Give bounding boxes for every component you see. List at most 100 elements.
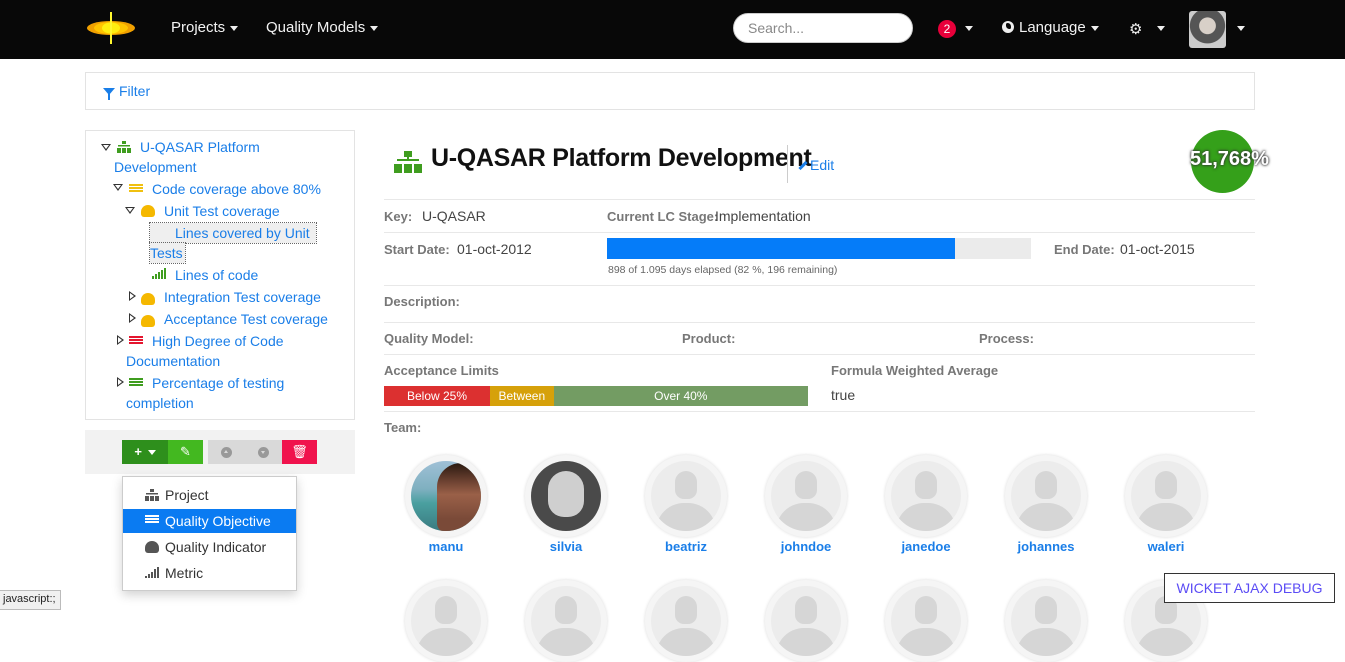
collapse-toggle-icon[interactable] bbox=[125, 207, 135, 214]
acceptance-limits-bar: Below 25% Between Over 40% bbox=[384, 386, 808, 406]
plus-icon: + bbox=[134, 444, 142, 459]
user-avatar[interactable] bbox=[1189, 11, 1226, 48]
person-head-shape bbox=[795, 471, 817, 499]
tree-node-indicator[interactable]: Integration Test coverage bbox=[164, 287, 321, 307]
settings-caret-icon[interactable] bbox=[1157, 26, 1165, 31]
member-avatar[interactable] bbox=[525, 580, 607, 662]
wicket-ajax-debug-button[interactable]: WICKET AJAX DEBUG bbox=[1164, 573, 1335, 603]
nav-quality-models[interactable]: Quality Models bbox=[266, 19, 379, 36]
person-head-shape bbox=[915, 596, 937, 624]
divider bbox=[384, 354, 1255, 355]
person-head-shape bbox=[675, 596, 697, 624]
avatar-placeholder-icon bbox=[891, 461, 961, 531]
member-avatar[interactable] bbox=[765, 455, 847, 537]
filter-toggle[interactable]: Filter bbox=[103, 83, 150, 100]
member-avatar[interactable] bbox=[885, 455, 967, 537]
trash-icon: 🗑 bbox=[291, 444, 308, 459]
expand-toggle-icon[interactable] bbox=[117, 377, 124, 387]
divider bbox=[384, 285, 1255, 286]
move-up-button[interactable] bbox=[208, 440, 245, 464]
key-value: U-QASAR bbox=[422, 208, 486, 224]
move-down-button[interactable] bbox=[245, 440, 282, 464]
member-avatar[interactable] bbox=[1125, 455, 1207, 537]
tree-node-objective[interactable]: Code coverage above 80% bbox=[152, 179, 321, 199]
limit-between: Between bbox=[490, 386, 554, 406]
settings-cogs-icon[interactable]: ⚙ bbox=[1129, 20, 1142, 38]
edit-node-button[interactable]: ✎ bbox=[168, 440, 203, 464]
avatar-photo bbox=[531, 461, 601, 531]
tree-node-indicator[interactable]: Acceptance Test coverage bbox=[164, 309, 328, 329]
collapse-toggle-icon[interactable] bbox=[113, 184, 123, 191]
collapse-toggle-icon[interactable] bbox=[101, 144, 111, 151]
lc-stage-value: Implementation bbox=[715, 208, 811, 224]
notifications-caret-icon[interactable] bbox=[965, 26, 973, 31]
formula-value: true bbox=[831, 387, 856, 403]
tree-node-project-cont[interactable]: Development bbox=[114, 157, 197, 177]
person-head-shape bbox=[1035, 596, 1057, 624]
nav-projects[interactable]: Projects bbox=[171, 19, 239, 36]
person-head-shape bbox=[1035, 471, 1057, 499]
member-name-link[interactable]: silvia bbox=[520, 539, 612, 554]
member-avatar[interactable] bbox=[1005, 455, 1087, 537]
tree-node-project[interactable]: U-QASAR Platform bbox=[140, 137, 260, 157]
end-date-value: 01-oct-2015 bbox=[1120, 241, 1195, 257]
person-body-shape bbox=[656, 628, 716, 656]
avatar-placeholder-icon bbox=[771, 461, 841, 531]
menu-item-quality-indicator[interactable]: Quality Indicator bbox=[123, 535, 296, 559]
tree-node-indicator[interactable]: Unit Test coverage bbox=[164, 201, 280, 221]
add-node-button[interactable]: + bbox=[122, 440, 168, 464]
browser-status-bar: javascript:; bbox=[0, 590, 61, 610]
tree-node-objective[interactable]: Percentage of testing bbox=[152, 373, 284, 393]
person-head-shape bbox=[795, 596, 817, 624]
tree-node-objective-cont[interactable]: Documentation bbox=[126, 351, 220, 371]
project-icon bbox=[394, 151, 422, 173]
person-body-shape bbox=[776, 503, 836, 531]
pencil-icon: ✎ bbox=[180, 444, 191, 459]
search-input[interactable] bbox=[733, 13, 913, 43]
divider bbox=[384, 232, 1255, 233]
tree-node-objective-cont[interactable]: completion bbox=[126, 393, 194, 413]
menu-item-project[interactable]: Project bbox=[123, 483, 296, 507]
member-name-link[interactable]: johndoe bbox=[760, 539, 852, 554]
member-avatar[interactable] bbox=[405, 580, 487, 662]
language-menu[interactable]: Language bbox=[1002, 19, 1099, 36]
logo-icon[interactable] bbox=[86, 12, 136, 44]
member-avatar[interactable] bbox=[525, 455, 607, 537]
tree-node-metric-selected[interactable]: Lines covered by Unit bbox=[149, 222, 317, 244]
quality-indicator-icon bbox=[141, 205, 155, 217]
filter-panel: Filter bbox=[85, 72, 1255, 110]
expand-toggle-icon[interactable] bbox=[129, 313, 136, 323]
person-body-shape bbox=[896, 628, 956, 656]
person-body-shape bbox=[536, 628, 596, 656]
person-body-shape bbox=[1136, 628, 1196, 656]
notification-badge[interactable]: 2 bbox=[938, 20, 956, 38]
delete-node-button[interactable]: 🗑 bbox=[282, 440, 317, 464]
member-name-link[interactable]: janedoe bbox=[880, 539, 972, 554]
member-name-link[interactable]: beatriz bbox=[640, 539, 732, 554]
menu-item-metric[interactable]: Metric bbox=[123, 561, 296, 585]
member-avatar[interactable] bbox=[645, 580, 727, 662]
top-navbar: Projects Quality Models 2 Language ⚙ bbox=[0, 0, 1345, 59]
member-name-link[interactable]: johannes bbox=[1000, 539, 1092, 554]
expand-toggle-icon[interactable] bbox=[117, 335, 124, 345]
person-body-shape bbox=[416, 628, 476, 656]
avatar-placeholder-icon bbox=[651, 461, 721, 531]
member-name-link[interactable]: waleri bbox=[1120, 539, 1212, 554]
tree-node-metric[interactable]: Lines of code bbox=[175, 265, 258, 285]
person-body-shape bbox=[1136, 503, 1196, 531]
member-avatar[interactable] bbox=[1005, 580, 1087, 662]
member-name-link[interactable]: manu bbox=[400, 539, 492, 554]
tree-node-metric-selected-cont[interactable]: Tests bbox=[149, 242, 186, 264]
member-avatar[interactable] bbox=[765, 580, 847, 662]
user-menu-caret-icon[interactable] bbox=[1237, 26, 1245, 31]
member-avatar[interactable] bbox=[885, 580, 967, 662]
edit-project-link[interactable]: Edit bbox=[798, 157, 834, 173]
member-avatar[interactable] bbox=[645, 455, 727, 537]
tree-node-objective[interactable]: High Degree of Code bbox=[152, 331, 284, 351]
member-avatar[interactable] bbox=[405, 455, 487, 537]
person-body-shape bbox=[896, 503, 956, 531]
person-head-shape bbox=[435, 596, 457, 624]
expand-toggle-icon[interactable] bbox=[129, 291, 136, 301]
menu-item-quality-objective[interactable]: Quality Objective bbox=[123, 509, 296, 533]
end-date-label: End Date: bbox=[1054, 242, 1115, 257]
